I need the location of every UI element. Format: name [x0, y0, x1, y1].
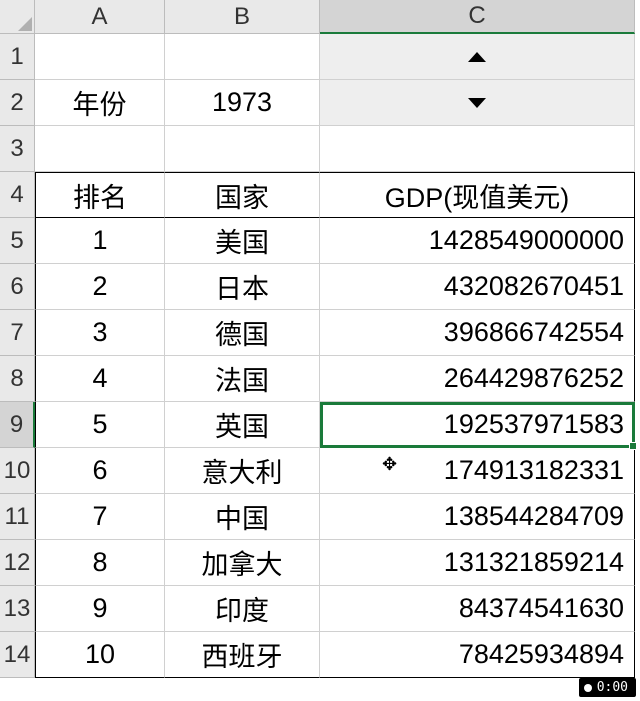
cell-A10[interactable]: 6	[35, 448, 165, 494]
cell-B9[interactable]: 英国	[165, 402, 320, 448]
spinner-down-button[interactable]	[320, 80, 635, 126]
triangle-down-icon	[468, 98, 486, 108]
row-header-12[interactable]: 12	[0, 540, 35, 586]
row-header-9[interactable]: 9	[0, 402, 35, 448]
triangle-up-icon	[468, 52, 486, 62]
select-all-corner[interactable]	[0, 0, 35, 34]
cell-C11[interactable]: 138544284709	[320, 494, 635, 540]
cell-A8[interactable]: 4	[35, 356, 165, 402]
cell-C5[interactable]: 1428549000000	[320, 218, 635, 264]
row-header-3[interactable]: 3	[0, 126, 35, 172]
cell-A1[interactable]	[35, 34, 165, 80]
cell-C12[interactable]: 131321859214	[320, 540, 635, 586]
cell-A4[interactable]: 排名	[35, 172, 165, 218]
cell-B8[interactable]: 法国	[165, 356, 320, 402]
cell-B3[interactable]	[165, 126, 320, 172]
cell-A2[interactable]: 年份	[35, 80, 165, 126]
row-header-14[interactable]: 14	[0, 632, 35, 678]
cell-B4[interactable]: 国家	[165, 172, 320, 218]
row-header-2[interactable]: 2	[0, 80, 35, 126]
cell-A3[interactable]	[35, 126, 165, 172]
cell-C9[interactable]: 192537971583	[320, 402, 635, 448]
cell-C4[interactable]: GDP(现值美元)	[320, 172, 635, 218]
cell-B10[interactable]: 意大利	[165, 448, 320, 494]
cell-B14[interactable]: 西班牙	[165, 632, 320, 678]
col-header-A[interactable]: A	[35, 0, 165, 34]
cell-B7[interactable]: 德国	[165, 310, 320, 356]
cell-C14[interactable]: 78425934894	[320, 632, 635, 678]
cell-A5[interactable]: 1	[35, 218, 165, 264]
row-header-10[interactable]: 10	[0, 448, 35, 494]
cell-A13[interactable]: 9	[35, 586, 165, 632]
row-header-8[interactable]: 8	[0, 356, 35, 402]
cell-C3[interactable]	[320, 126, 635, 172]
cell-A6[interactable]: 2	[35, 264, 165, 310]
cell-B11[interactable]: 中国	[165, 494, 320, 540]
cell-B1[interactable]	[165, 34, 320, 80]
cell-B13[interactable]: 印度	[165, 586, 320, 632]
cell-C8[interactable]: 264429876252	[320, 356, 635, 402]
cell-C13[interactable]: 84374541630	[320, 586, 635, 632]
row-header-13[interactable]: 13	[0, 586, 35, 632]
cell-A9[interactable]: 5	[35, 402, 165, 448]
cell-A11[interactable]: 7	[35, 494, 165, 540]
cell-B6[interactable]: 日本	[165, 264, 320, 310]
cell-A14[interactable]: 10	[35, 632, 165, 678]
recording-timer: 0:00	[579, 678, 636, 697]
cell-A12[interactable]: 8	[35, 540, 165, 586]
row-header-7[interactable]: 7	[0, 310, 35, 356]
cell-A7[interactable]: 3	[35, 310, 165, 356]
row-header-5[interactable]: 5	[0, 218, 35, 264]
cell-B2[interactable]: 1973	[165, 80, 320, 126]
cell-B5[interactable]: 美国	[165, 218, 320, 264]
cell-C10[interactable]: 174913182331	[320, 448, 635, 494]
col-header-B[interactable]: B	[165, 0, 320, 34]
col-header-C[interactable]: C	[320, 0, 635, 34]
cell-B12[interactable]: 加拿大	[165, 540, 320, 586]
cell-C6[interactable]: 432082670451	[320, 264, 635, 310]
spreadsheet-grid[interactable]: A B C 1 2 年份 1973 3 4 排名 国家 GDP(现值美元) 5 …	[0, 0, 640, 678]
row-header-1[interactable]: 1	[0, 34, 35, 80]
spinner-up-button[interactable]	[320, 34, 635, 80]
row-header-6[interactable]: 6	[0, 264, 35, 310]
cell-C7[interactable]: 396866742554	[320, 310, 635, 356]
row-header-11[interactable]: 11	[0, 494, 35, 540]
row-header-4[interactable]: 4	[0, 172, 35, 218]
